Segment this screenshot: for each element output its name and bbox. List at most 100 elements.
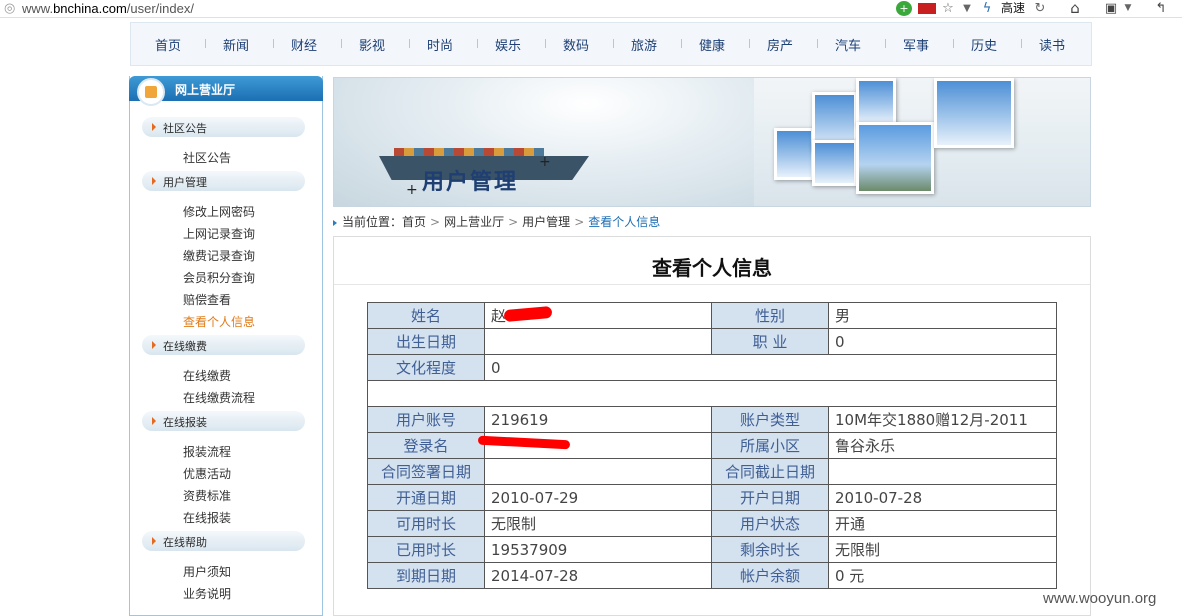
nav-separator bbox=[409, 39, 410, 48]
triangle-right-icon bbox=[152, 537, 156, 545]
nav-separator bbox=[749, 39, 750, 48]
refresh-icon[interactable]: ↻ bbox=[1032, 1, 1048, 16]
nav-separator bbox=[273, 39, 274, 48]
table-row bbox=[367, 380, 1057, 407]
triangle-right-icon bbox=[152, 341, 156, 349]
bookmark-menu-icon[interactable]: ▼ bbox=[1122, 1, 1134, 16]
district-label: 所属小区 bbox=[711, 432, 829, 459]
sidebar-item[interactable]: 缴费记录查询 bbox=[183, 247, 255, 264]
sidebar-item[interactable]: 用户须知 bbox=[183, 563, 231, 580]
breadcrumb-separator: > bbox=[574, 215, 585, 229]
speed-label[interactable]: 高速 bbox=[998, 1, 1028, 16]
nav-separator bbox=[341, 39, 342, 48]
chevron-down-icon[interactable]: ▼ bbox=[960, 1, 974, 16]
table-row: 开通日期 2010-07-29 开户日期 2010-07-28 bbox=[367, 484, 1057, 511]
banner-photo bbox=[856, 122, 934, 194]
banner-photo bbox=[812, 140, 857, 186]
nav-item[interactable]: 时尚 bbox=[427, 35, 453, 54]
sidebar-title: 网上营业厅 bbox=[175, 83, 236, 97]
breadcrumb-separator: > bbox=[508, 215, 519, 229]
nav-item[interactable]: 数码 bbox=[563, 35, 589, 54]
nav-item[interactable]: 历史 bbox=[971, 35, 997, 54]
nav-item[interactable]: 财经 bbox=[291, 35, 317, 54]
gender-label: 性别 bbox=[711, 302, 829, 329]
balance-label: 帐户余额 bbox=[711, 562, 829, 589]
personal-info-table: 姓名 赵 性别 男 出生日期 职 业 0 文化程度 0 用户账号 219619 … bbox=[367, 302, 1057, 589]
sidebar-item[interactable]: 资费标准 bbox=[183, 487, 231, 504]
nav-item[interactable]: 新闻 bbox=[223, 35, 249, 54]
sidebar-item[interactable]: 社区公告 bbox=[183, 149, 231, 166]
table-row: 合同签署日期 合同截止日期 bbox=[367, 458, 1057, 485]
watermark: www.wooyun.org bbox=[1043, 590, 1157, 607]
account-label: 用户账号 bbox=[367, 406, 485, 433]
table-row: 到期日期 2014-07-28 帐户余额 0 元 bbox=[367, 562, 1057, 589]
nav-item[interactable]: 军事 bbox=[903, 35, 929, 54]
nav-item[interactable]: 健康 bbox=[699, 35, 725, 54]
account-open-date-label: 开户日期 bbox=[711, 484, 829, 511]
nav-item[interactable]: 娱乐 bbox=[495, 35, 521, 54]
top-navigation: 首页 新闻 财经 影视 时尚 娱乐 数码 旅游 健康 房产 汽车 军事 历史 读书 bbox=[130, 22, 1092, 66]
sidebar-category[interactable]: 在线报装 bbox=[142, 411, 305, 431]
crosshair-icon: + bbox=[406, 182, 418, 198]
sidebar-item[interactable]: 查看个人信息 bbox=[183, 313, 255, 330]
balance-value: 0 元 bbox=[828, 562, 1057, 589]
nav-item[interactable]: 影视 bbox=[359, 35, 385, 54]
address-bar[interactable]: www.bnchina.com/user/index/ bbox=[22, 1, 194, 16]
breadcrumb-service-hall[interactable]: 网上营业厅 bbox=[444, 215, 504, 229]
remaining-time-label: 剩余时长 bbox=[711, 536, 829, 563]
available-time-label: 可用时长 bbox=[367, 510, 485, 537]
user-status-label: 用户状态 bbox=[711, 510, 829, 537]
nav-item[interactable]: 读书 bbox=[1039, 35, 1065, 54]
banner-title: 用户管理 bbox=[422, 169, 519, 195]
sidebar-category[interactable]: 社区公告 bbox=[142, 117, 305, 137]
sidebar-item[interactable]: 会员积分查询 bbox=[183, 269, 255, 286]
sidebar-item[interactable]: 在线缴费流程 bbox=[183, 389, 255, 406]
nav-item[interactable]: 首页 bbox=[155, 35, 181, 54]
birth-date-value bbox=[484, 328, 712, 355]
expiry-date-label: 到期日期 bbox=[367, 562, 485, 589]
url-prefix: www. bbox=[22, 1, 54, 16]
breadcrumb-current[interactable]: 查看个人信息 bbox=[588, 215, 660, 229]
nav-item[interactable]: 汽车 bbox=[835, 35, 861, 54]
sidebar-item[interactable]: 上网记录查询 bbox=[183, 225, 255, 242]
history-icon[interactable]: ↰ bbox=[1152, 1, 1170, 16]
nav-item[interactable]: 旅游 bbox=[631, 35, 657, 54]
breadcrumb-home[interactable]: 首页 bbox=[402, 215, 426, 229]
speed-icon: ϟ bbox=[982, 1, 992, 16]
nav-item[interactable]: 房产 bbox=[767, 35, 793, 54]
bookmark-icon[interactable]: ▣ bbox=[1102, 1, 1120, 16]
breadcrumb-prefix: 当前位置： bbox=[342, 215, 403, 229]
page-title: 查看个人信息 bbox=[652, 256, 772, 280]
account-type-label: 账户类型 bbox=[711, 406, 829, 433]
contract-sign-date-label: 合同签署日期 bbox=[367, 458, 485, 485]
name-label: 姓名 bbox=[367, 302, 485, 329]
breadcrumb-user-management[interactable]: 用户管理 bbox=[522, 215, 570, 229]
breadcrumb-arrow-icon bbox=[333, 219, 337, 226]
service-hall-icon bbox=[137, 78, 165, 106]
sidebar-category[interactable]: 在线帮助 bbox=[142, 531, 305, 551]
sidebar-item[interactable]: 在线缴费 bbox=[183, 367, 231, 384]
sidebar-item[interactable]: 报装流程 bbox=[183, 443, 231, 460]
sidebar-item[interactable]: 业务说明 bbox=[183, 585, 231, 602]
blank-cell bbox=[367, 380, 1057, 407]
sidebar-item[interactable]: 赔偿查看 bbox=[183, 291, 231, 308]
sidebar-category[interactable]: 在线缴费 bbox=[142, 335, 305, 355]
add-icon[interactable]: + bbox=[896, 1, 912, 16]
education-value: 0 bbox=[484, 354, 1057, 381]
home-icon[interactable]: ⌂ bbox=[1066, 1, 1084, 16]
star-icon[interactable]: ☆ bbox=[940, 1, 956, 16]
nav-separator bbox=[953, 39, 954, 48]
flag-icon[interactable] bbox=[918, 3, 936, 14]
used-time-value: 19537909 bbox=[484, 536, 712, 563]
sidebar-item[interactable]: 在线报装 bbox=[183, 509, 231, 526]
nav-separator bbox=[613, 39, 614, 48]
sidebar-item[interactable]: 优惠活动 bbox=[183, 465, 231, 482]
nav-separator bbox=[477, 39, 478, 48]
occupation-value: 0 bbox=[828, 328, 1057, 355]
district-value: 鲁谷永乐 bbox=[828, 432, 1057, 459]
breadcrumb: 当前位置：首页 > 网上营业厅 > 用户管理 > 查看个人信息 bbox=[333, 213, 660, 230]
activation-date-label: 开通日期 bbox=[367, 484, 485, 511]
sidebar-category[interactable]: 用户管理 bbox=[142, 171, 305, 191]
sidebar-item[interactable]: 修改上网密码 bbox=[183, 203, 255, 220]
triangle-right-icon bbox=[152, 123, 156, 131]
